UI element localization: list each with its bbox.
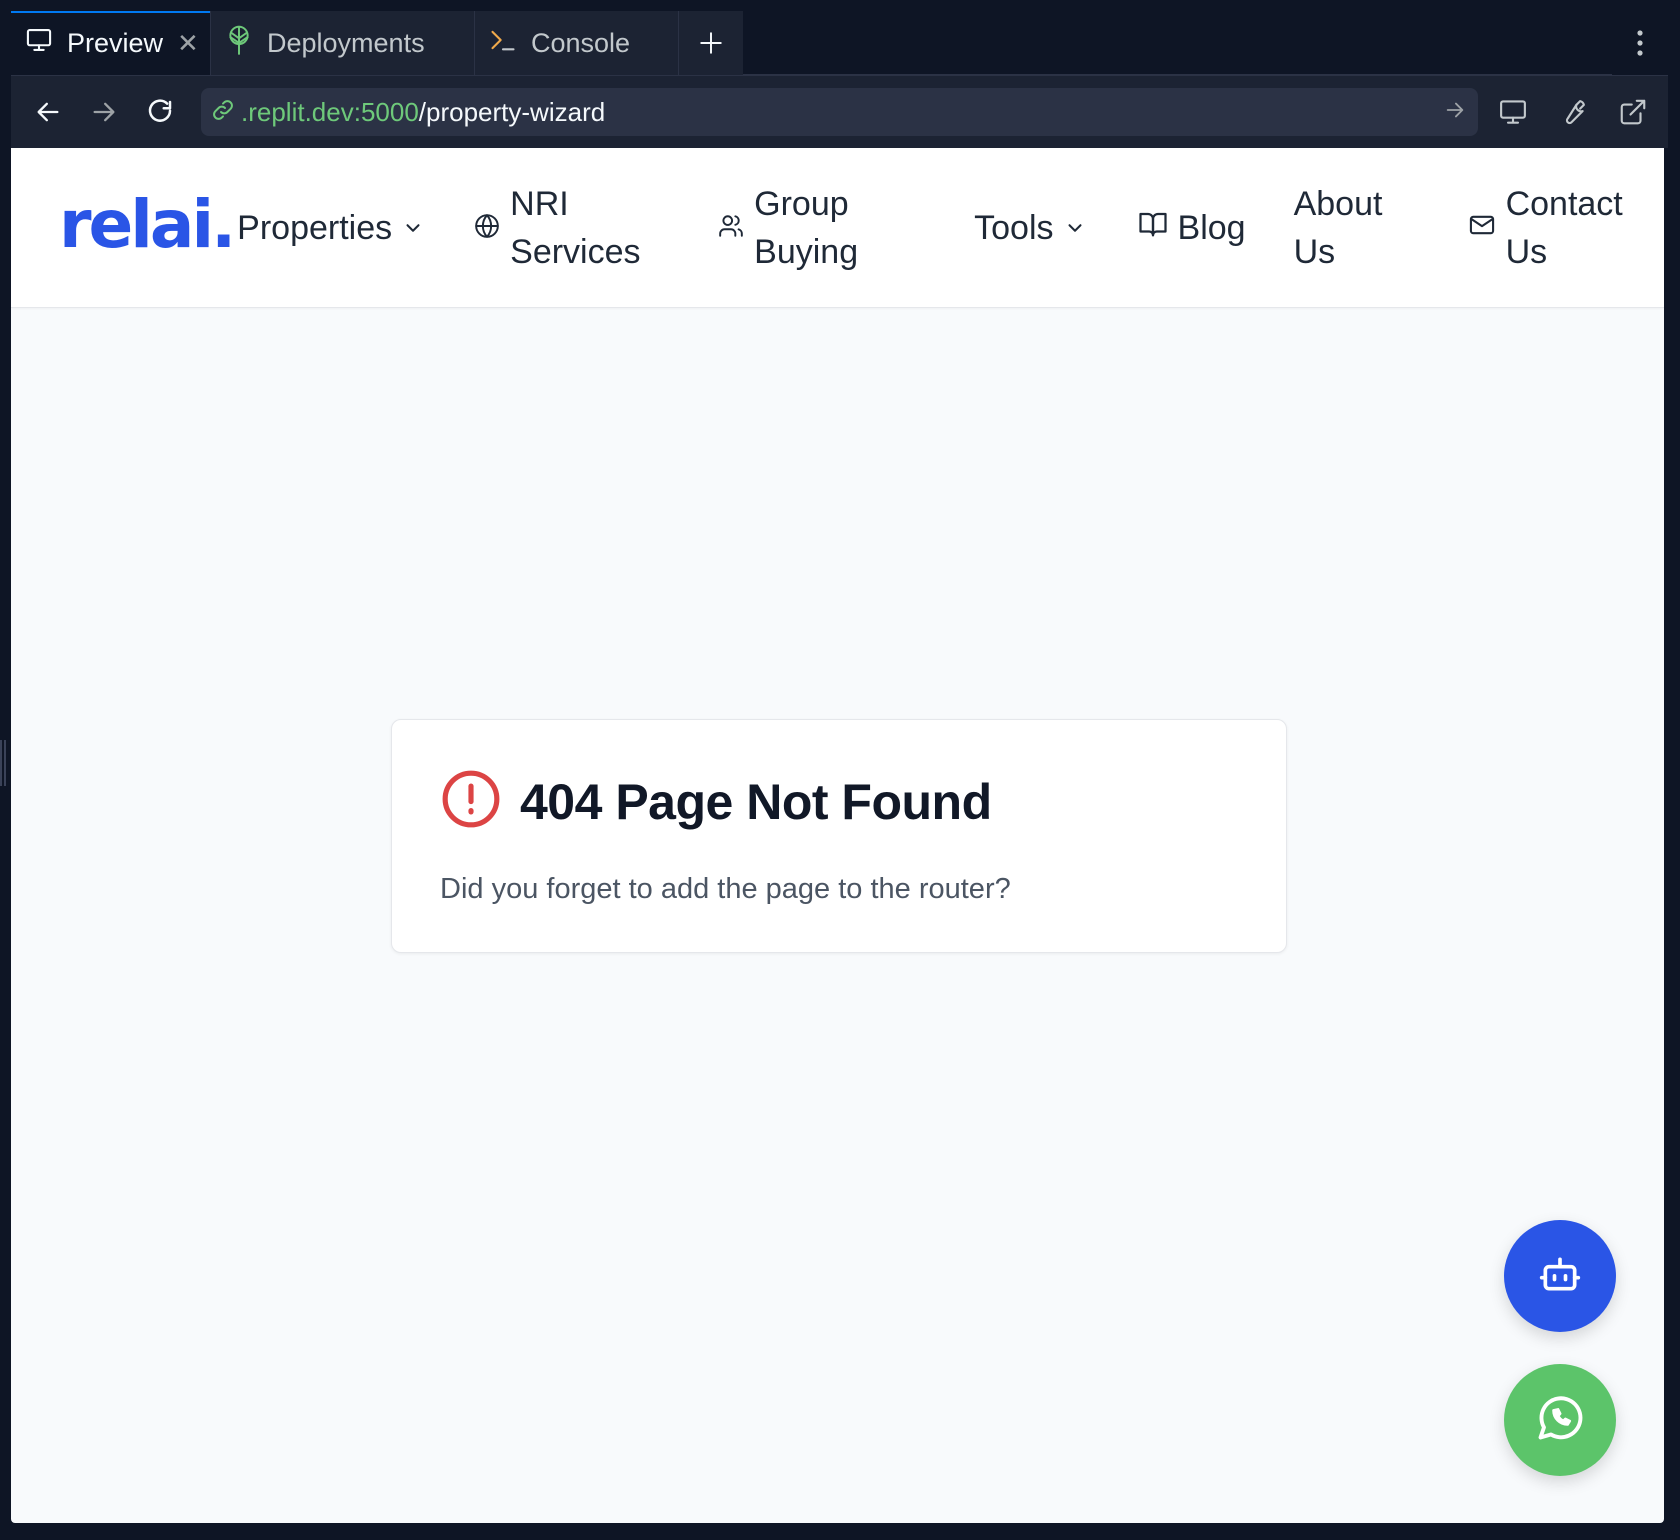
nav-label-line1: About bbox=[1293, 184, 1383, 223]
tab-deployments[interactable]: Deployments bbox=[211, 11, 475, 75]
nav-label: Properties bbox=[237, 208, 393, 247]
nav-label-line2: Us bbox=[1505, 232, 1548, 271]
preview-url-bar: .replit.dev:5000/property-wizard bbox=[11, 76, 1668, 148]
forward-arrow-icon[interactable] bbox=[81, 89, 127, 135]
monitor-icon bbox=[25, 26, 53, 61]
go-arrow-icon[interactable] bbox=[1444, 99, 1466, 126]
nav-label-line1: NRI bbox=[510, 184, 569, 223]
more-options-icon[interactable] bbox=[1612, 11, 1668, 75]
tab-label: Deployments bbox=[267, 27, 425, 58]
back-arrow-icon[interactable] bbox=[25, 89, 71, 135]
nav-label-line1: Group bbox=[754, 184, 849, 223]
nav-contact-us[interactable]: Contact Us bbox=[1468, 180, 1623, 276]
url-path: /property-wizard bbox=[418, 96, 606, 127]
site-logo[interactable]: relai. bbox=[59, 186, 236, 263]
resize-handle[interactable] bbox=[0, 740, 6, 786]
workspace-tab-bar: Preview ✕ Deployments Console bbox=[11, 11, 1668, 76]
users-icon bbox=[718, 204, 744, 252]
globe-icon bbox=[474, 204, 500, 252]
nav-tools[interactable]: Tools bbox=[974, 204, 1085, 252]
mail-icon bbox=[1468, 204, 1496, 252]
tab-console[interactable]: Console bbox=[475, 11, 679, 75]
deployments-icon bbox=[225, 25, 253, 62]
book-open-icon bbox=[1138, 204, 1168, 252]
chevron-down-icon bbox=[402, 204, 424, 252]
wrench-icon[interactable] bbox=[1548, 89, 1598, 135]
nav-properties[interactable]: Properties bbox=[237, 204, 424, 252]
close-icon[interactable]: ✕ bbox=[177, 28, 199, 59]
tab-label: Console bbox=[531, 27, 631, 58]
alert-circle-icon bbox=[440, 768, 502, 835]
new-tab-button[interactable] bbox=[679, 11, 743, 75]
nav-about-us[interactable]: About Us bbox=[1294, 180, 1454, 276]
chatbot-button[interactable] bbox=[1504, 1220, 1616, 1332]
open-external-icon[interactable] bbox=[1608, 89, 1658, 135]
whatsapp-button[interactable] bbox=[1504, 1364, 1616, 1476]
not-found-card: 404 Page Not Found Did you forget to add… bbox=[391, 719, 1287, 953]
devices-icon[interactable] bbox=[1488, 89, 1538, 135]
tab-label: Preview bbox=[67, 27, 164, 58]
tab-preview[interactable]: Preview ✕ bbox=[11, 11, 211, 75]
bot-icon bbox=[1538, 1252, 1582, 1301]
chevron-down-icon bbox=[1064, 204, 1086, 252]
nav-label-line2: Buying bbox=[754, 232, 859, 271]
nav-blog[interactable]: Blog bbox=[1138, 204, 1246, 252]
card-title-row: 404 Page Not Found bbox=[440, 768, 1238, 835]
nav-nri-services[interactable]: NRI Services bbox=[474, 180, 694, 276]
nav-label-line2: Us bbox=[1293, 232, 1336, 271]
site-header: relai. Properties NRI Services Group Buy… bbox=[11, 148, 1664, 308]
tab-bar-spacer bbox=[743, 11, 1612, 75]
nav-label-line1: Contact bbox=[1505, 184, 1623, 223]
link-icon bbox=[211, 98, 235, 127]
preview-viewport: relai. Properties NRI Services Group Buy… bbox=[11, 148, 1664, 1523]
url-field[interactable]: .replit.dev:5000/property-wizard bbox=[201, 88, 1478, 136]
nav-label-line2: Services bbox=[510, 232, 641, 271]
page-title: 404 Page Not Found bbox=[520, 773, 992, 830]
nav-label: Blog bbox=[1177, 208, 1246, 247]
reload-icon[interactable] bbox=[137, 89, 183, 135]
nav-group-buying[interactable]: Group Buying bbox=[718, 180, 958, 276]
whatsapp-icon bbox=[1534, 1392, 1586, 1449]
nav-label: Tools bbox=[974, 208, 1054, 247]
error-message: Did you forget to add the page to the ro… bbox=[440, 873, 1011, 905]
url-host: .replit.dev:5000 bbox=[241, 96, 419, 127]
terminal-icon bbox=[489, 27, 517, 60]
